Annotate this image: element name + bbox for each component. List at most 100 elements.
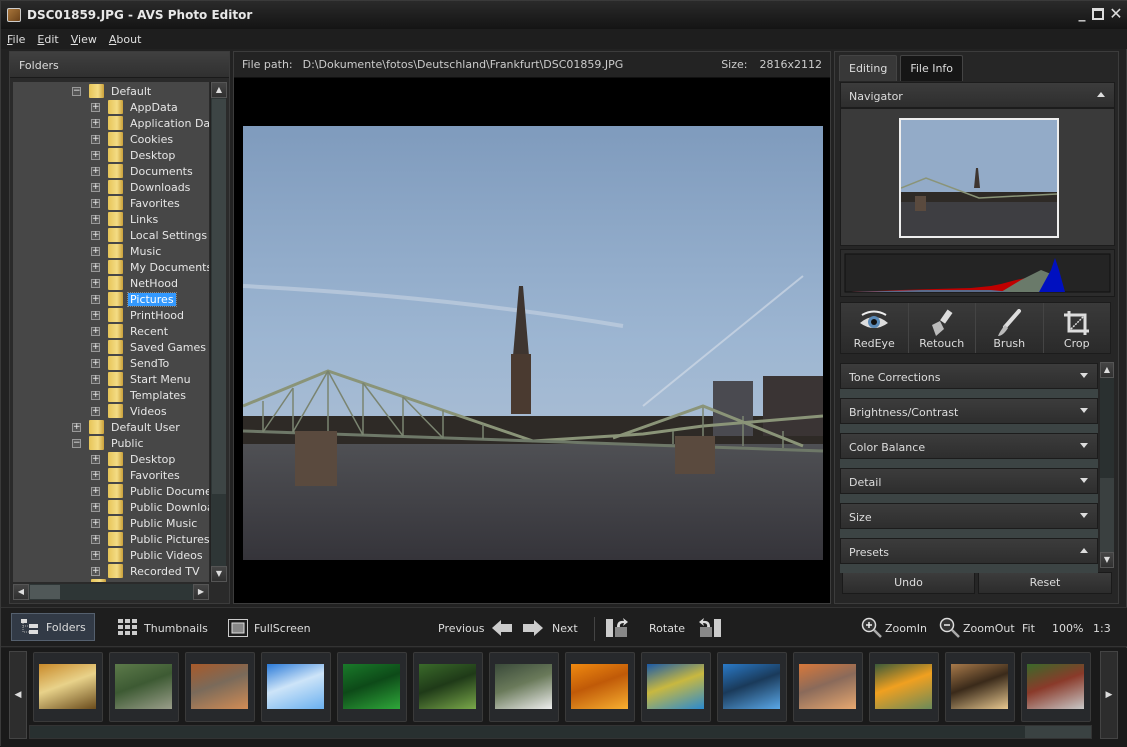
next-button[interactable]: Next	[522, 615, 578, 641]
folders-view-button[interactable]: Folders	[11, 613, 95, 641]
expand-icon[interactable]: +	[91, 454, 100, 464]
scroll-left-button[interactable]: ◀	[13, 584, 29, 600]
tree-item[interactable]: − Default	[72, 83, 153, 99]
expand-icon[interactable]: +	[91, 502, 100, 512]
filmstrip-thumbnail[interactable]	[945, 652, 1015, 722]
tree-item[interactable]: + Public Documents	[91, 483, 209, 499]
tree-item[interactable]: + Videos	[91, 403, 169, 419]
filmstrip-thumbnail[interactable]	[1021, 652, 1091, 722]
reset-button[interactable]: Reset	[978, 572, 1112, 594]
tab-editing[interactable]: Editing	[839, 55, 898, 81]
redeye-tool-button[interactable]: RedEye	[841, 303, 909, 353]
filmstrip-next-button[interactable]: ▶	[1100, 651, 1118, 739]
scroll-down-button[interactable]: ▼	[1100, 552, 1114, 568]
expand-icon[interactable]: +	[91, 486, 100, 496]
hscroll-thumb[interactable]	[30, 585, 60, 599]
zoom-out-button[interactable]: ZoomOut	[939, 615, 1015, 641]
menu-about[interactable]: About	[109, 33, 142, 46]
filmstrip-thumbnail[interactable]	[489, 652, 559, 722]
navigator-header[interactable]: Navigator	[840, 82, 1115, 108]
tree-item[interactable]: + Desktop	[91, 451, 177, 467]
tree-horizontal-scrollbar[interactable]: ◀ ▶	[13, 584, 209, 600]
section-color-balance[interactable]: Color Balance	[840, 433, 1098, 459]
filmstrip-thumbnail[interactable]	[717, 652, 787, 722]
tree-item[interactable]: + Favorites	[91, 467, 182, 483]
expand-icon[interactable]: +	[72, 422, 81, 432]
tree-item[interactable]: − Public	[72, 435, 146, 451]
expand-icon[interactable]: +	[91, 246, 100, 256]
menu-file[interactable]: File	[7, 33, 25, 46]
expand-icon[interactable]: +	[91, 470, 100, 480]
adjustments-scrollbar[interactable]: ▲ ▼	[1100, 362, 1114, 568]
collapse-icon[interactable]: −	[72, 86, 81, 96]
filmstrip-thumbnail[interactable]	[337, 652, 407, 722]
expand-icon[interactable]: +	[91, 374, 100, 384]
rotate-left-button[interactable]	[605, 615, 629, 641]
expand-icon[interactable]: +	[91, 566, 100, 576]
fit-button[interactable]: Fit	[1022, 615, 1035, 641]
expand-icon[interactable]: +	[91, 102, 100, 112]
expand-icon[interactable]: +	[91, 150, 100, 160]
tree-item[interactable]: + Application Data	[91, 115, 209, 131]
tree-item[interactable]: + Public Music	[91, 515, 199, 531]
filmstrip-thumbnail[interactable]	[793, 652, 863, 722]
expand-icon[interactable]: +	[91, 262, 100, 272]
scroll-down-button[interactable]: ▼	[211, 566, 227, 582]
expand-icon[interactable]: +	[91, 166, 100, 176]
scroll-right-button[interactable]: ▶	[193, 584, 209, 600]
minimize-icon[interactable]: _	[1075, 7, 1089, 21]
tree-item[interactable]: + Recorded TV	[91, 563, 202, 579]
menu-view[interactable]: View	[71, 33, 97, 46]
tree-item[interactable]: + Default User	[72, 419, 182, 435]
scroll-thumb[interactable]	[1100, 378, 1114, 478]
expand-icon[interactable]: +	[91, 518, 100, 528]
tree-item[interactable]: + PrintHood	[91, 307, 186, 323]
tab-file-info[interactable]: File Info	[900, 55, 964, 81]
filmstrip-thumbnail[interactable]	[641, 652, 711, 722]
retouch-tool-button[interactable]: Retouch	[908, 303, 976, 353]
zoom-in-button[interactable]: ZoomIn	[861, 615, 927, 641]
expand-icon[interactable]: +	[91, 134, 100, 144]
expand-icon[interactable]: +	[91, 358, 100, 368]
tree-item[interactable]: + Favorites	[91, 195, 182, 211]
tree-item[interactable]: + Cookies	[91, 131, 175, 147]
previous-button[interactable]: Previous	[438, 615, 513, 641]
filmstrip-thumbnail[interactable]	[109, 652, 179, 722]
filmstrip-thumbnail[interactable]	[413, 652, 483, 722]
tree-item[interactable]: + My Documents	[91, 259, 209, 275]
section-size[interactable]: Size	[840, 503, 1098, 529]
tree-item[interactable]: + Music	[91, 243, 163, 259]
tree-item[interactable]: + Saved Games	[91, 339, 208, 355]
maximize-icon[interactable]	[1092, 8, 1104, 20]
menu-edit[interactable]: Edit	[37, 33, 58, 46]
tree-item[interactable]: + Public Downloads	[91, 499, 209, 515]
expand-icon[interactable]: +	[91, 214, 100, 224]
expand-icon[interactable]: +	[91, 182, 100, 192]
collapse-icon[interactable]: −	[72, 438, 81, 448]
zoom-100-button[interactable]: 100%	[1052, 615, 1083, 641]
rotate-right-button[interactable]	[698, 615, 722, 641]
fullscreen-button[interactable]: FullScreen	[228, 615, 311, 641]
tree-item[interactable]: + NetHood	[91, 275, 180, 291]
filmstrip-scrollbar[interactable]	[29, 725, 1092, 739]
expand-icon[interactable]: +	[91, 294, 100, 304]
tree-item[interactable]: + Documents	[91, 163, 195, 179]
tree-item[interactable]: + Start Menu	[91, 371, 193, 387]
navigator-thumbnail[interactable]	[899, 118, 1059, 238]
tree-item[interactable]: + Pictures	[91, 291, 177, 307]
expand-icon[interactable]: +	[91, 550, 100, 560]
expand-icon[interactable]: +	[91, 406, 100, 416]
filmstrip-thumbnail[interactable]	[869, 652, 939, 722]
section-presets[interactable]: Presets	[840, 538, 1098, 564]
filmstrip-scroll-thumb[interactable]	[1025, 726, 1091, 738]
close-icon[interactable]: ✕	[1109, 6, 1123, 22]
brush-tool-button[interactable]: Brush	[976, 303, 1044, 353]
tree-item[interactable]: + AppData	[91, 99, 180, 115]
crop-tool-button[interactable]: Crop	[1043, 303, 1110, 353]
tree-item[interactable]: + Recent	[91, 323, 170, 339]
expand-icon[interactable]: +	[91, 230, 100, 240]
expand-icon[interactable]: +	[91, 278, 100, 288]
ratio-button[interactable]: 1:3	[1093, 615, 1111, 641]
tree-item[interactable]: + Local Settings	[91, 227, 209, 243]
tree-item[interactable]: + Downloads	[91, 179, 192, 195]
